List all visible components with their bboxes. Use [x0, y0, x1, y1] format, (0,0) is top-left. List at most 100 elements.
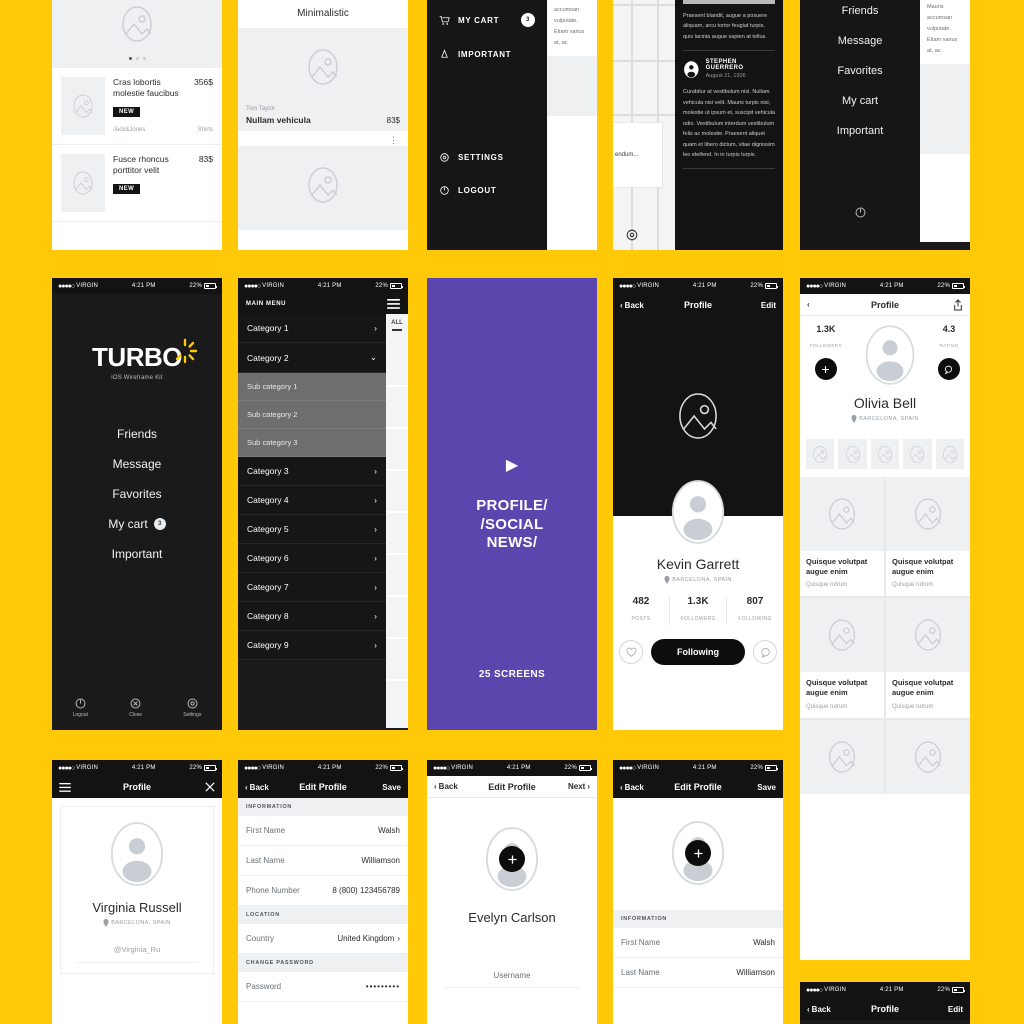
list-item[interactable]	[238, 146, 408, 230]
avatar-upload[interactable]	[427, 798, 597, 892]
back-button[interactable]: ‹ Back	[434, 782, 462, 791]
menu-item-my-cart[interactable]: My cart	[800, 86, 920, 116]
avatar[interactable]	[863, 324, 917, 391]
side-rail[interactable]: ALL	[386, 314, 408, 728]
menu-item-friends[interactable]: Friends	[800, 0, 920, 26]
category-row[interactable]: Category 3 ›	[238, 457, 386, 486]
username-input[interactable]: Username	[427, 971, 597, 980]
edit-button[interactable]: Edit	[935, 1005, 963, 1014]
story-thumb[interactable]	[935, 439, 965, 469]
share-button[interactable]	[935, 298, 963, 311]
story-thumb[interactable]	[806, 439, 835, 469]
cover-footer: 25 SCREENS	[478, 669, 546, 680]
profile-card: Virginia Russell BARCELONA, SPAIN @Virgi…	[60, 806, 214, 974]
field-last-name[interactable]: Last Name Williamson	[238, 846, 408, 876]
power-icon[interactable]	[854, 206, 867, 219]
menu-item-message[interactable]: Message	[800, 26, 920, 56]
avatar[interactable]	[61, 821, 213, 892]
tab-logout[interactable]: Logout	[73, 697, 88, 718]
category-row[interactable]: Category 9 ›	[238, 631, 386, 660]
menu-item-my-cart[interactable]: MY CART 3	[427, 2, 547, 38]
hamburger-icon[interactable]	[387, 299, 400, 309]
save-button[interactable]: Save	[748, 783, 776, 792]
map-panel[interactable]: endum...	[613, 0, 675, 250]
menu-item-important[interactable]: Important	[52, 539, 222, 569]
menu-item-important[interactable]: IMPORTANT	[427, 38, 547, 71]
subcategory-row[interactable]: Sub category 3	[238, 429, 386, 457]
category-row[interactable]: Category 7 ›	[238, 573, 386, 602]
nav-bar: ‹ Profile	[800, 294, 970, 316]
field-value: Williamson	[361, 856, 400, 865]
edit-button[interactable]: Edit	[748, 301, 776, 310]
story-thumb[interactable]	[903, 439, 932, 469]
menu-item-important[interactable]: Important	[800, 116, 920, 146]
field-country[interactable]: Country United Kingdom ›	[238, 924, 408, 954]
add-photo-button[interactable]	[685, 840, 711, 866]
play-icon[interactable]: ▶	[506, 455, 518, 475]
back-button[interactable]: ‹ Back	[620, 783, 648, 792]
add-friend-button[interactable]	[814, 358, 837, 380]
chevron-right-icon: ›	[397, 934, 400, 943]
list-item[interactable]: Tom Taylor Nullam vehicula 83$	[238, 28, 408, 131]
screen-turbo-splash: ●●●●○ VIRGIN 4:21 PM 22% TURBO iOS Wirefr…	[52, 278, 222, 730]
field-phone-number[interactable]: Phone Number 8 (800) 123456789	[238, 876, 408, 906]
tab-close[interactable]: Close	[129, 697, 142, 718]
product-row[interactable]: Fusce rhoncus porttitor velit 83$ NEW	[52, 145, 222, 222]
category-row[interactable]: Category 1 ›	[238, 314, 386, 343]
avatar[interactable]	[669, 479, 727, 550]
menu-item-favorites[interactable]: Favorites	[800, 56, 920, 86]
avatar-upload[interactable]	[613, 798, 783, 910]
gear-icon[interactable]	[625, 228, 639, 242]
field-last-name[interactable]: Last Name Williamson	[613, 958, 783, 988]
notification-card[interactable]: Julia 10 min Mauris accumsan vulputate. …	[547, 0, 597, 56]
post-card[interactable]: Quisque volutpat augue enim Quisque rutru…	[800, 598, 884, 718]
message-button[interactable]	[753, 640, 777, 664]
field-password[interactable]: Password •••••••••	[238, 972, 408, 1002]
category-row[interactable]: Category 4 ›	[238, 486, 386, 515]
more-options-icon[interactable]: ⋮	[238, 131, 408, 146]
post-card[interactable]	[886, 719, 970, 794]
save-button[interactable]: Save	[373, 783, 401, 792]
post-card[interactable]: Quisque volutpat augue enim Quisque rutru…	[800, 477, 884, 597]
like-button[interactable]	[619, 640, 643, 664]
menu-item-my-cart[interactable]: My cart 3	[52, 509, 222, 539]
menu-item-favorites[interactable]: Favorites	[52, 479, 222, 509]
tab-settings[interactable]: Settings	[183, 697, 201, 718]
close-button[interactable]	[187, 782, 215, 792]
back-button[interactable]: ‹ Back	[620, 301, 648, 310]
product-carousel[interactable]	[52, 0, 222, 68]
back-button[interactable]: ‹ Back	[807, 1005, 835, 1014]
post-card[interactable]: Quisque volutpat augue enim Quisque rutru…	[886, 598, 970, 718]
category-row[interactable]: Category 5 ›	[238, 515, 386, 544]
post-card[interactable]: Quisque volutpat augue enim Quisque rutru…	[886, 477, 970, 597]
field-first-name[interactable]: First Name Walsh	[238, 816, 408, 846]
field-label: First Name	[246, 826, 286, 835]
message-button[interactable]	[937, 358, 960, 380]
battery-icon	[952, 987, 965, 993]
category-label: Category 1	[247, 323, 289, 333]
post-card[interactable]	[800, 719, 884, 794]
product-row[interactable]: Cras lobortis molestie faucibus 356$ NEW…	[52, 68, 222, 145]
field-first-name[interactable]: First Name Walsh	[613, 928, 783, 958]
follow-button[interactable]: Following	[651, 639, 745, 665]
subcategory-row[interactable]: Sub category 1	[238, 373, 386, 401]
add-photo-button[interactable]	[499, 846, 525, 872]
menu-item-settings[interactable]: SETTINGS	[427, 141, 547, 174]
category-row[interactable]: Category 6 ›	[238, 544, 386, 573]
menu-item-friends[interactable]: Friends	[52, 419, 222, 449]
menu-item-message[interactable]: Message	[52, 449, 222, 479]
next-button[interactable]: Next ›	[562, 782, 590, 791]
status-bar: ●●●●○ VIRGIN 4:21 PM 22%	[613, 760, 783, 776]
back-button[interactable]: ‹ Back	[245, 783, 273, 792]
story-thumb[interactable]	[870, 439, 900, 469]
carousel-pager[interactable]	[52, 57, 222, 60]
menu-button[interactable]	[59, 782, 87, 792]
notification-card[interactable]: Julia 10 min Mauris accumsan vulputate. …	[920, 0, 970, 64]
category-row[interactable]: Category 2 ⌄	[238, 343, 386, 373]
subcategory-row[interactable]: Sub category 2	[238, 401, 386, 429]
menu-item-logout[interactable]: LOGOUT	[427, 174, 547, 207]
category-row[interactable]: Category 8 ›	[238, 602, 386, 631]
story-thumb[interactable]	[838, 439, 867, 469]
back-button[interactable]: ‹	[807, 300, 835, 309]
story-thumb-row[interactable]	[800, 431, 970, 477]
